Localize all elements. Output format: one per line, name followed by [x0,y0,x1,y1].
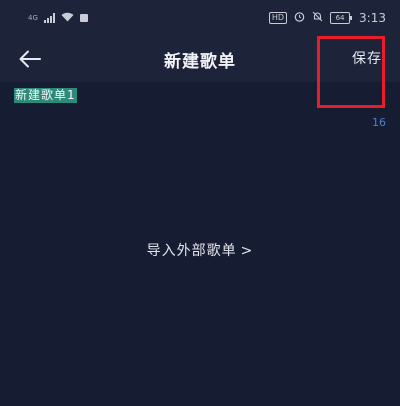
notification-icon [79,14,88,22]
status-bar: 4G HD 64 3:13 [0,0,400,36]
status-left: 4G [28,11,88,25]
battery-level: 64 [330,12,351,24]
hd-icon: HD [268,12,288,24]
alarm-icon [294,11,305,25]
network-type-label: 4G [28,14,38,22]
page-title: 新建歌单 [164,51,236,72]
back-arrow-icon [19,50,41,68]
signal-icon [43,13,55,23]
mute-icon [312,11,323,25]
wifi-icon [61,11,74,25]
chevron-right-icon: > [240,243,254,259]
screen: 4G HD 64 3:13 新建歌单 保存 新建歌单1 16 导入外部歌单 > [0,0,400,406]
import-playlist-link[interactable]: 导入外部歌单 > [0,240,400,260]
save-button[interactable]: 保存 [352,48,382,68]
back-button[interactable] [14,44,46,74]
playlist-name-input[interactable]: 新建歌单1 [14,88,77,103]
status-time: 3:13 [359,11,386,25]
nav-bar: 新建歌单 保存 [0,36,400,82]
import-playlist-label: 导入外部歌单 [146,243,237,259]
battery-icon: 64 [330,12,353,24]
character-count: 16 [372,116,386,129]
status-right: HD 64 3:13 [268,11,386,25]
